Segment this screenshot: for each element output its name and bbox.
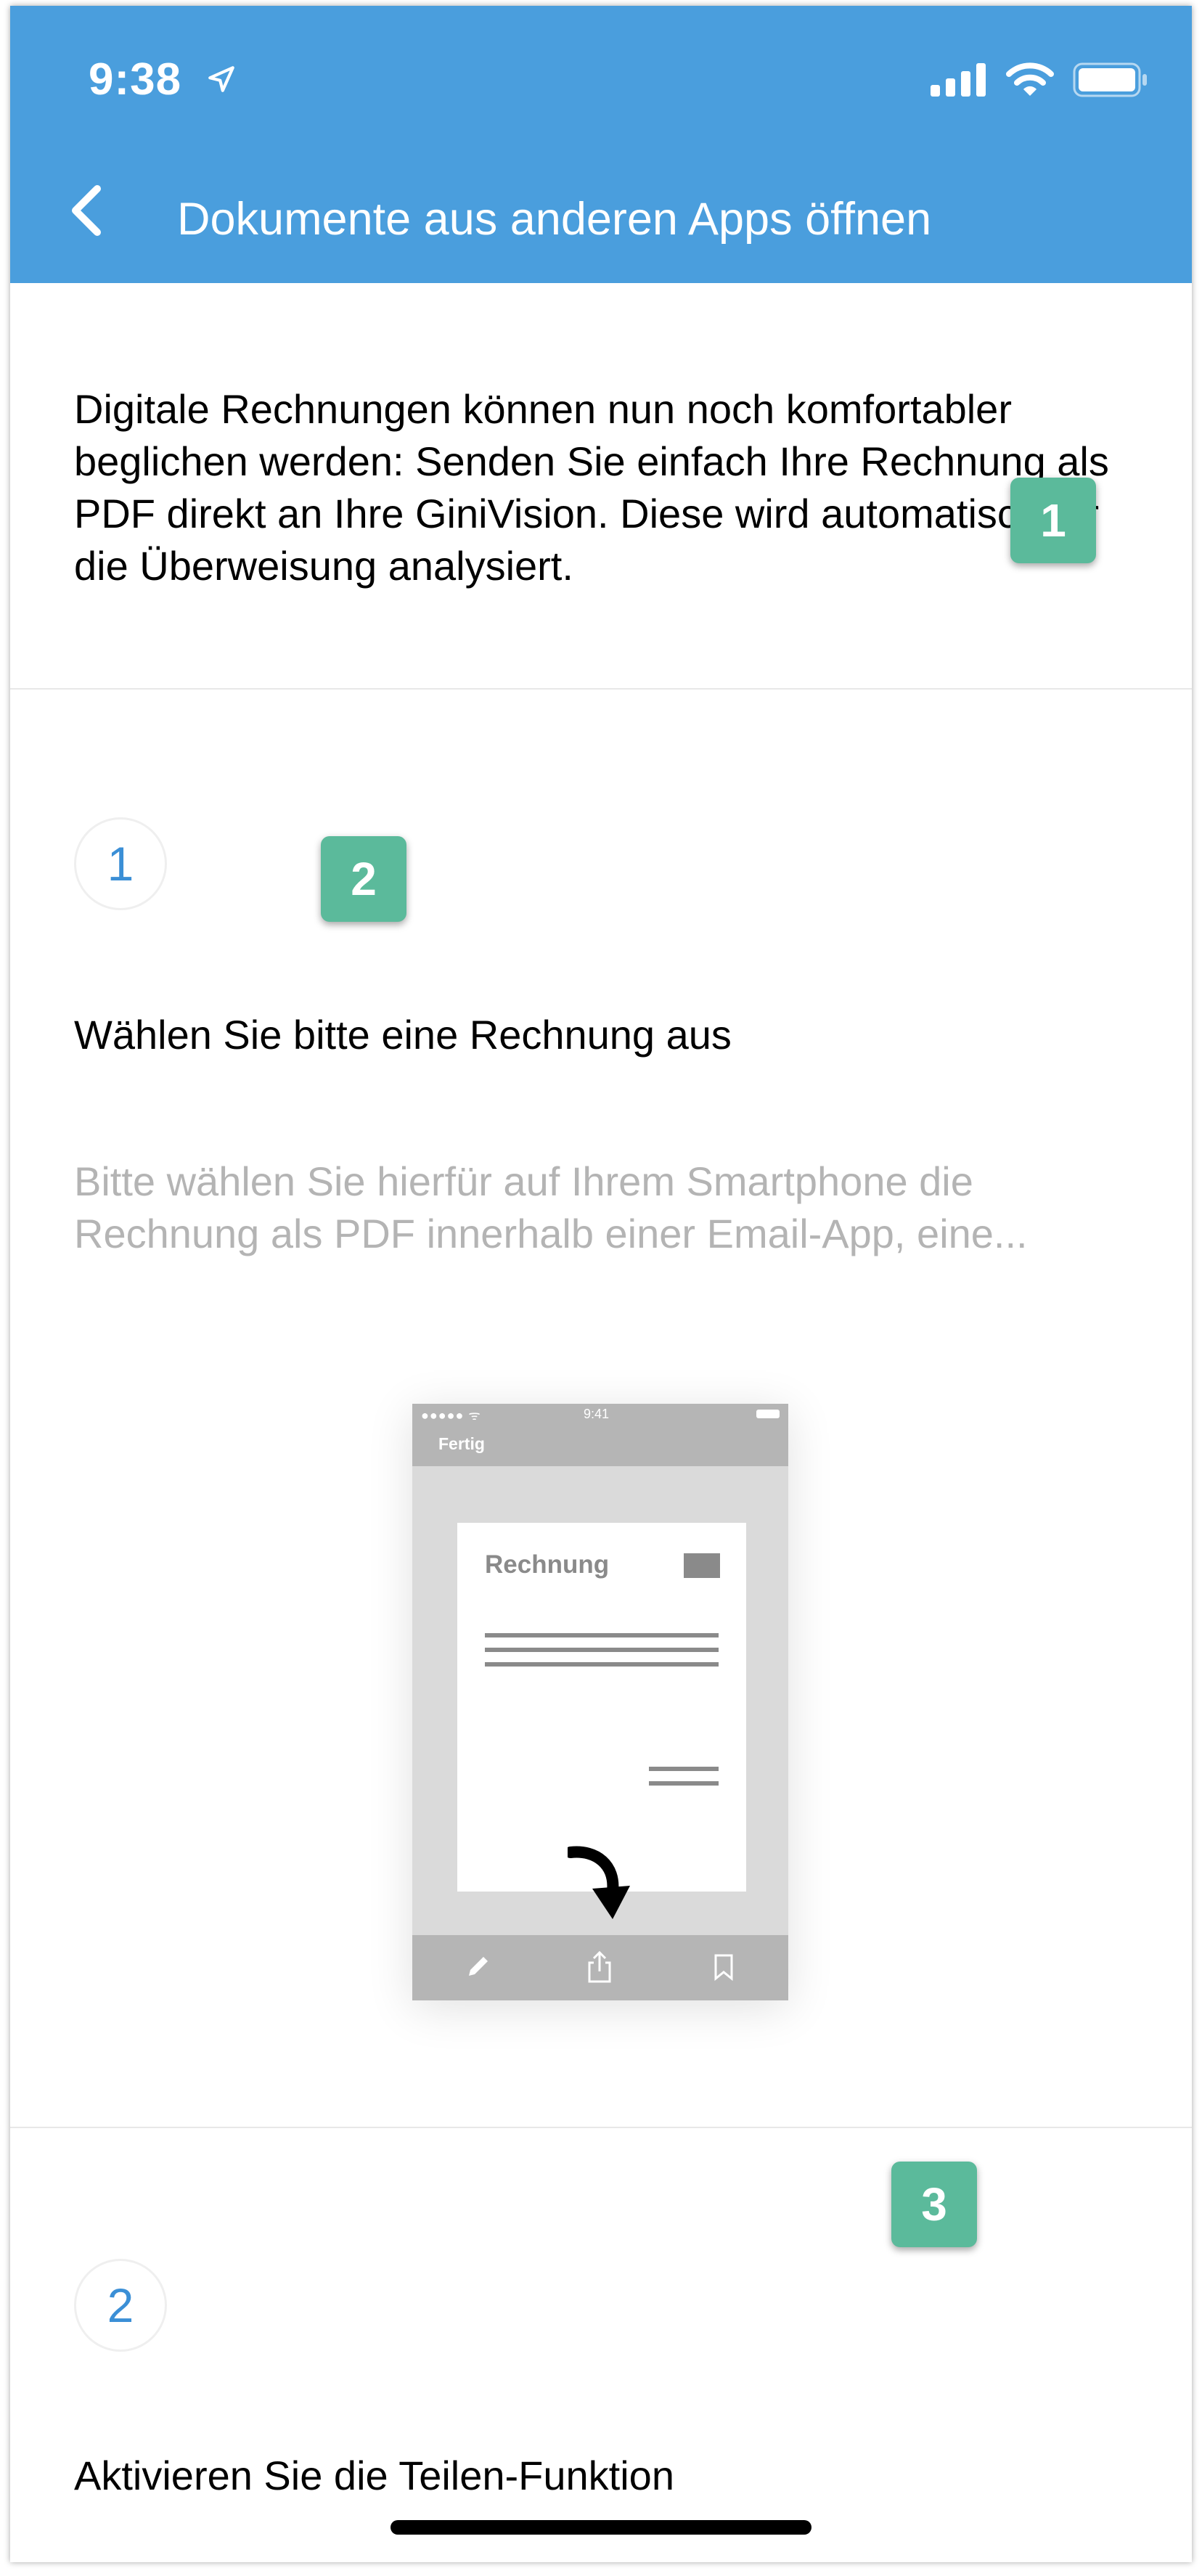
step-title: Wählen Sie bitte eine Rechnung aus	[74, 1012, 732, 1058]
divider	[10, 688, 1192, 690]
illustration-document: Rechnung	[457, 1523, 746, 1892]
illustration-done-label: Fertig	[438, 1434, 485, 1453]
device-screen: 9:38 Dokumente aus anderen Apps öffnen D…	[10, 6, 1192, 2562]
step-number-circle: 2	[74, 2259, 167, 2352]
screen: 9:38 Dokumente aus anderen Apps öffnen D…	[0, 0, 1202, 2576]
step-description: Bitte wählen Sie hierfür auf Ihrem Smart…	[74, 1158, 1028, 1256]
step-title: Aktivieren Sie die Teilen-Funktion	[74, 2453, 674, 2498]
location-arrow-icon	[206, 64, 237, 98]
illustration-text-line	[485, 1648, 719, 1652]
illustration-text-line	[485, 1662, 719, 1667]
navigation-bar: 9:38 Dokumente aus anderen Apps öffnen	[10, 6, 1192, 283]
share-icon	[585, 1950, 614, 1988]
pencil-icon	[463, 1953, 492, 1985]
illustration-text-line	[485, 1633, 719, 1637]
illustration-document-title: Rechnung	[485, 1550, 610, 1579]
status-indicators	[931, 62, 1148, 101]
annotation-badge-3: 3	[891, 2162, 977, 2247]
illustration-text-line	[649, 1781, 719, 1786]
illustration-time: 9:41	[584, 1407, 610, 1421]
annotation-badge-2: 2	[321, 836, 406, 922]
curved-arrow-icon	[565, 1844, 633, 1927]
illustration-signal: ●●●●● ᯤ	[421, 1408, 481, 1423]
annotation-badge-1: 1	[1010, 478, 1096, 563]
home-indicator[interactable]	[391, 2520, 811, 2535]
page-title: Dokumente aus anderen Apps öffnen	[177, 194, 932, 245]
illustration-logo-box	[684, 1553, 720, 1578]
intro-text: Digitale Rechnungen können nun noch komf…	[74, 386, 1109, 589]
bookmark-icon	[711, 1953, 736, 1985]
illustration-toolbar	[412, 1935, 788, 2000]
signal-icon	[931, 63, 987, 100]
step-number: 2	[107, 2278, 134, 2332]
illustration-battery-icon	[756, 1410, 780, 1418]
illustration-text-line	[649, 1767, 719, 1771]
status-time: 9:38	[89, 54, 182, 105]
share-illustration: ●●●●● ᯤ 9:41 Fertig Rechnung	[412, 1404, 788, 2000]
battery-icon	[1073, 62, 1148, 101]
back-chevron-icon[interactable]	[67, 184, 105, 240]
step-number: 1	[107, 837, 134, 891]
step-number-circle: 1	[74, 817, 167, 910]
divider	[10, 2127, 1192, 2128]
wifi-icon	[1006, 62, 1054, 101]
illustration-status-bar: ●●●●● ᯤ 9:41 Fertig	[412, 1404, 788, 1466]
